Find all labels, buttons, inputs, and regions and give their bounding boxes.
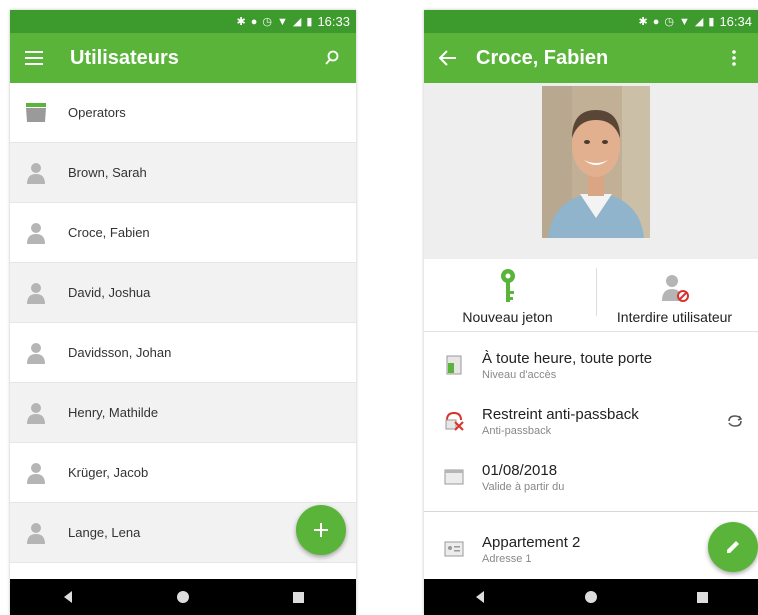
user-detail-screen: ✱ ● ◷ ▼ ◢ ▮ 16:34 Croce, Fabien Nouveau … bbox=[424, 10, 758, 615]
list-item-user[interactable]: David, Joshua bbox=[10, 263, 356, 323]
ban-user-icon bbox=[661, 275, 689, 302]
signal-icon: ◢ bbox=[292, 16, 302, 28]
access-level-label: Niveau d'accès bbox=[482, 368, 557, 381]
list-item-user[interactable]: Henry, Mathilde bbox=[10, 383, 356, 443]
search-icon[interactable] bbox=[318, 44, 346, 72]
more-options-icon[interactable] bbox=[720, 44, 748, 72]
user-icon bbox=[23, 340, 49, 366]
user-icon bbox=[23, 520, 49, 546]
user-icon bbox=[23, 220, 49, 246]
ban-user-button[interactable]: Interdire utilisateur bbox=[591, 259, 758, 331]
page-title: Utilisateurs bbox=[70, 46, 179, 69]
signal-icon: ◢ bbox=[694, 16, 704, 28]
door-icon bbox=[442, 353, 466, 377]
alarm-icon: ◷ bbox=[262, 16, 273, 28]
user-icon bbox=[23, 460, 49, 486]
add-user-button[interactable] bbox=[296, 505, 346, 555]
pencil-icon bbox=[727, 541, 739, 553]
user-icon bbox=[23, 280, 49, 306]
user-icon bbox=[23, 400, 49, 426]
battery-icon: ▮ bbox=[306, 16, 313, 28]
list-item-user[interactable]: Croce, Fabien bbox=[10, 203, 356, 263]
valid-from-value: 01/08/2018 bbox=[482, 461, 558, 479]
ban-user-label: Interdire utilisateur bbox=[616, 309, 733, 325]
profile-photo bbox=[542, 86, 650, 238]
status-bar: ✱ ● ◷ ▼ ◢ ▮ 16:33 bbox=[10, 10, 356, 33]
section-divider bbox=[424, 511, 758, 512]
status-bar: ✱ ● ◷ ▼ ◢ ▮ 16:34 bbox=[424, 10, 758, 33]
battery-icon: ▮ bbox=[708, 16, 715, 28]
refresh-icon[interactable] bbox=[720, 414, 750, 428]
list-item-label: Brown, Sarah bbox=[68, 165, 147, 180]
anti-passback-label: Anti-passback bbox=[482, 424, 552, 437]
list-item-label: Operators bbox=[68, 105, 126, 120]
list-item-label: David, Joshua bbox=[68, 285, 151, 300]
access-level-item[interactable]: À toute heure, toute porte Niveau d'accè… bbox=[424, 336, 758, 394]
list-item-label: Krüger, Jacob bbox=[68, 465, 149, 480]
access-level-value: À toute heure, toute porte bbox=[482, 349, 653, 367]
list-item-label: Davidsson, Johan bbox=[68, 345, 172, 360]
calendar-icon bbox=[442, 465, 466, 489]
wifi-icon: ▼ bbox=[679, 15, 690, 28]
recents-nav-icon[interactable] bbox=[682, 583, 722, 611]
app-bar: Croce, Fabien bbox=[424, 33, 758, 83]
list-item-label: Lange, Lena bbox=[68, 525, 141, 540]
wifi-icon: ▼ bbox=[277, 15, 288, 28]
user-icon bbox=[23, 160, 49, 186]
bluetooth-icon: ✱ bbox=[236, 16, 246, 28]
alarm-icon: ◷ bbox=[664, 16, 675, 28]
status-time: 16:34 bbox=[719, 14, 752, 29]
users-list-screen: ✱ ● ◷ ▼ ◢ ▮ 16:33 Utilisateurs Operators… bbox=[10, 10, 356, 615]
list-item-label: Henry, Mathilde bbox=[68, 405, 159, 420]
recents-nav-icon[interactable] bbox=[278, 583, 318, 611]
list-item-operators[interactable]: Operators bbox=[10, 83, 356, 143]
page-title: Croce, Fabien bbox=[476, 46, 609, 69]
anti-passback-value: Restreint anti-passback bbox=[482, 405, 639, 423]
back-nav-icon[interactable] bbox=[48, 583, 88, 611]
new-token-button[interactable]: Nouveau jeton bbox=[424, 259, 591, 331]
home-nav-icon[interactable] bbox=[571, 583, 611, 611]
valid-from-item[interactable]: 01/08/2018 Valide à partir du bbox=[424, 448, 758, 506]
anti-passback-item[interactable]: Restreint anti-passback Anti-passback bbox=[424, 392, 758, 450]
action-divider bbox=[596, 268, 597, 316]
app-bar: Utilisateurs bbox=[10, 33, 356, 83]
system-nav-bar bbox=[10, 579, 356, 615]
dnd-icon: ● bbox=[652, 15, 660, 28]
list-item-user[interactable]: Brown, Sarah bbox=[10, 143, 356, 203]
profile-photo-area bbox=[424, 83, 758, 259]
anti-passback-icon bbox=[442, 409, 466, 433]
bluetooth-icon: ✱ bbox=[638, 16, 648, 28]
list-item-user[interactable]: Davidsson, Johan bbox=[10, 323, 356, 383]
edit-user-button[interactable] bbox=[708, 522, 758, 572]
user-actions: Nouveau jeton Interdire utilisateur bbox=[424, 259, 758, 332]
dnd-icon: ● bbox=[250, 15, 258, 28]
users-list: Operators Brown, Sarah Croce, Fabien Dav… bbox=[10, 83, 356, 563]
folder-icon bbox=[23, 100, 49, 126]
plus-icon bbox=[314, 523, 328, 537]
id-card-icon bbox=[442, 537, 466, 561]
system-nav-bar bbox=[424, 579, 758, 615]
valid-from-label: Valide à partir du bbox=[482, 480, 565, 493]
back-arrow-icon[interactable] bbox=[434, 44, 462, 72]
key-icon bbox=[500, 269, 515, 302]
new-token-label: Nouveau jeton bbox=[462, 309, 553, 325]
menu-icon[interactable] bbox=[20, 44, 48, 72]
status-time: 16:33 bbox=[317, 14, 350, 29]
back-nav-icon[interactable] bbox=[460, 583, 500, 611]
list-item-label: Croce, Fabien bbox=[68, 225, 150, 240]
home-nav-icon[interactable] bbox=[163, 583, 203, 611]
list-item-user[interactable]: Krüger, Jacob bbox=[10, 443, 356, 503]
